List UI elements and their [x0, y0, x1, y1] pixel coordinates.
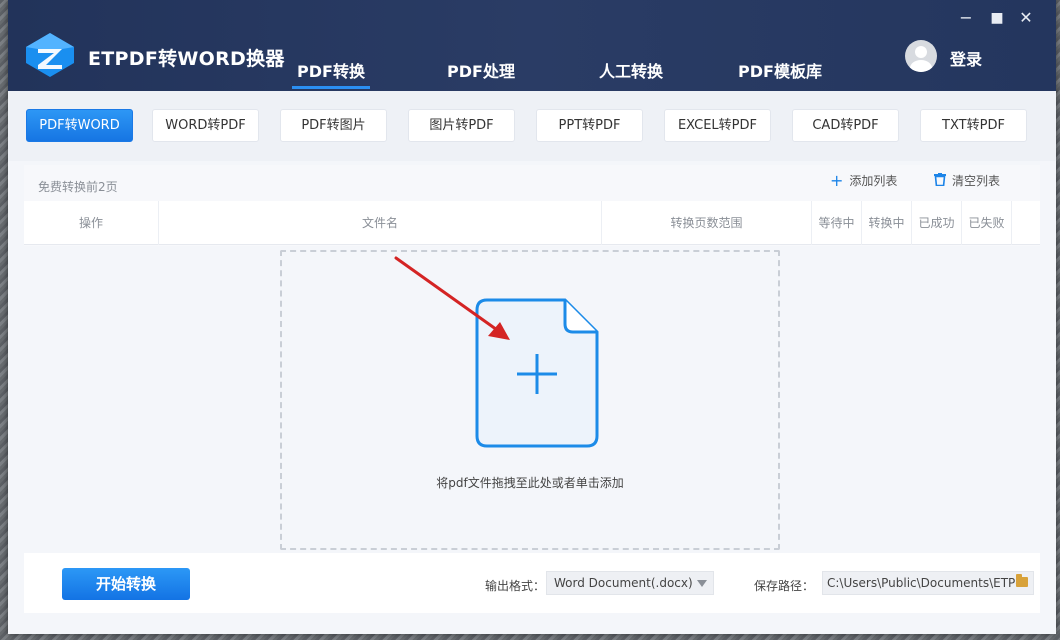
add-list-button[interactable]: + 添加列表: [830, 172, 897, 190]
title-bar: ETPDF转WORD换器 PDF转换 PDF处理 人工转换 PDF模板库 − ■…: [8, 0, 1056, 91]
app-window: ETPDF转WORD换器 PDF转换 PDF处理 人工转换 PDF模板库 − ■…: [8, 0, 1056, 634]
app-title: ETPDF转WORD换器: [88, 48, 285, 70]
subtab-word-to-pdf[interactable]: WORD转PDF: [152, 109, 259, 142]
main-tab-pdf-templates[interactable]: PDF模板库: [734, 58, 826, 91]
column-header-page-range: 转换页数范围: [602, 201, 812, 245]
output-format-select[interactable]: Word Document(.docx): [546, 571, 714, 595]
conversion-type-bar: PDF转WORD WORD转PDF PDF转图片 图片转PDF PPT转PDF …: [8, 91, 1056, 161]
main-tab-manual-convert[interactable]: 人工转换: [592, 58, 670, 91]
column-header-filename: 文件名: [159, 201, 602, 245]
main-tab-pdf-convert[interactable]: PDF转换: [292, 58, 370, 91]
footer-bar: 开始转换 输出格式： Word Document(.docx) 保存路径： C:…: [24, 553, 1040, 613]
column-header-converting: 转换中: [862, 201, 912, 245]
subtab-ppt-to-pdf[interactable]: PPT转PDF: [536, 109, 643, 142]
clear-list-label: 清空列表: [952, 174, 1001, 188]
app-logo-icon: [26, 33, 74, 77]
file-drop-zone[interactable]: 将pdf文件拖拽至此处或者单击添加: [280, 250, 780, 550]
save-path-label: 保存路径：: [754, 579, 815, 593]
subtab-image-to-pdf[interactable]: 图片转PDF: [408, 109, 515, 142]
table-header: 操作 文件名 转换页数范围 等待中 转换中 已成功 已失败: [24, 201, 1040, 245]
plus-icon: +: [830, 171, 844, 190]
subtab-excel-to-pdf[interactable]: EXCEL转PDF: [664, 109, 771, 142]
start-convert-button[interactable]: 开始转换: [62, 568, 190, 600]
subtab-pdf-to-image[interactable]: PDF转图片: [280, 109, 387, 142]
subtab-txt-to-pdf[interactable]: TXT转PDF: [920, 109, 1027, 142]
close-icon[interactable]: ✕: [1015, 8, 1037, 28]
column-header-failed: 已失败: [962, 201, 1012, 245]
subtab-pdf-to-word[interactable]: PDF转WORD: [26, 109, 133, 142]
subtab-cad-to-pdf[interactable]: CAD转PDF: [792, 109, 899, 142]
drop-hint-text: 将pdf文件拖拽至此处或者单击添加: [436, 476, 624, 490]
minimize-icon[interactable]: −: [955, 8, 977, 28]
column-header-succeeded: 已成功: [912, 201, 962, 245]
save-path-input[interactable]: C:\Users\Public\Documents\ETPdf: [822, 571, 1034, 595]
chevron-down-icon: [697, 580, 707, 587]
output-format-label: 输出格式：: [485, 579, 546, 593]
column-header-waiting: 等待中: [812, 201, 862, 245]
free-pages-note: 免费转换前2页: [38, 180, 118, 194]
folder-icon[interactable]: [1016, 574, 1028, 587]
clear-list-button[interactable]: 清空列表: [934, 172, 1000, 190]
red-arrow-annotation: [394, 256, 510, 340]
output-format-value: Word Document(.docx): [554, 576, 693, 590]
main-tab-pdf-process[interactable]: PDF处理: [442, 58, 520, 91]
user-avatar-icon[interactable]: [905, 40, 937, 72]
add-list-label: 添加列表: [849, 174, 898, 188]
column-header-action: 操作: [24, 201, 159, 245]
trash-icon: [934, 173, 946, 192]
maximize-icon[interactable]: ■: [986, 8, 1008, 28]
login-button[interactable]: 登录: [950, 46, 982, 70]
